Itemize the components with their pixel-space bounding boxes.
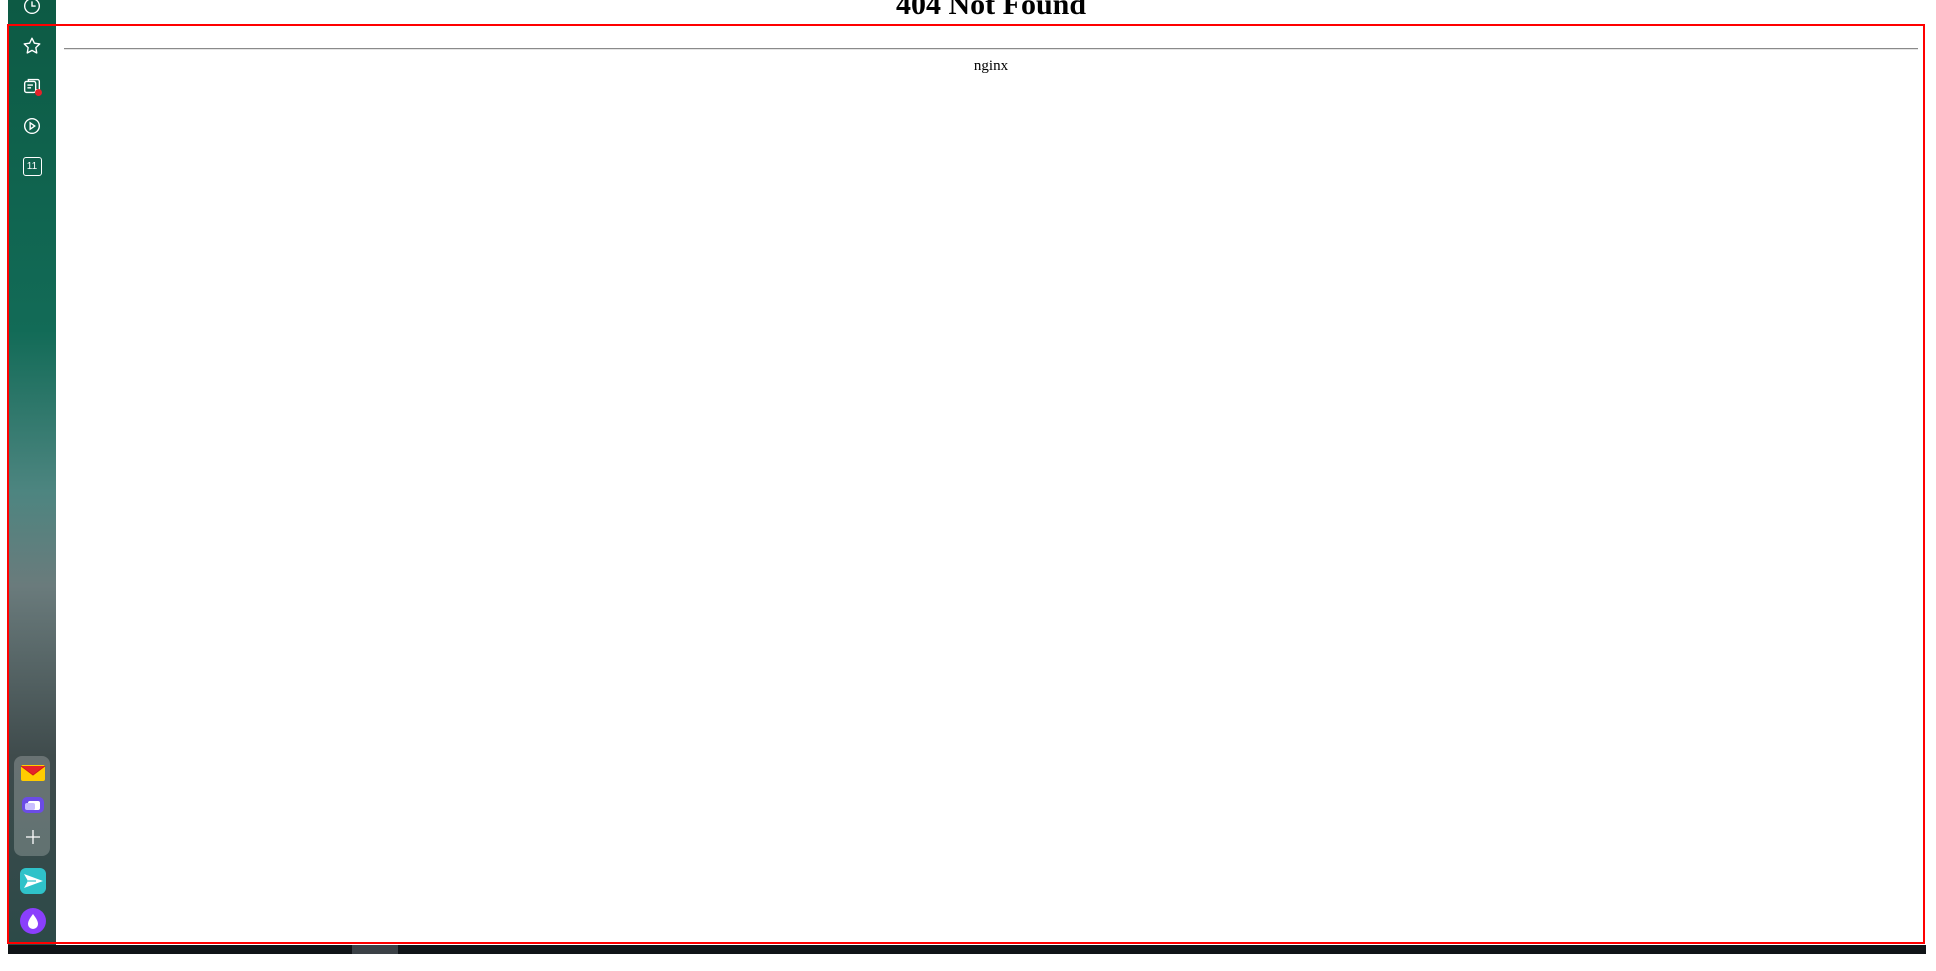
taskbar xyxy=(8,945,1926,954)
calendar-date: 11 xyxy=(22,156,42,176)
star-icon[interactable] xyxy=(18,32,46,60)
messenger-icon[interactable] xyxy=(20,868,46,894)
clock-icon[interactable] xyxy=(18,0,46,20)
add-icon[interactable] xyxy=(20,824,46,850)
play-icon[interactable] xyxy=(18,112,46,140)
page-content: 404 Not Found nginx xyxy=(56,0,1926,945)
calendar-icon[interactable]: 11 xyxy=(18,152,46,180)
cloud-disk-icon[interactable] xyxy=(20,792,46,818)
collections-icon[interactable] xyxy=(18,72,46,100)
mail-icon[interactable] xyxy=(20,760,46,786)
notification-badge xyxy=(35,89,42,96)
browser-sidebar: 11 xyxy=(8,0,56,945)
horizontal-rule xyxy=(64,48,1918,50)
server-name: nginx xyxy=(973,58,1009,74)
assistant-icon[interactable] xyxy=(20,908,46,934)
error-heading: 404 Not Found xyxy=(895,0,1087,21)
taskbar-app-button[interactable] xyxy=(352,945,398,954)
